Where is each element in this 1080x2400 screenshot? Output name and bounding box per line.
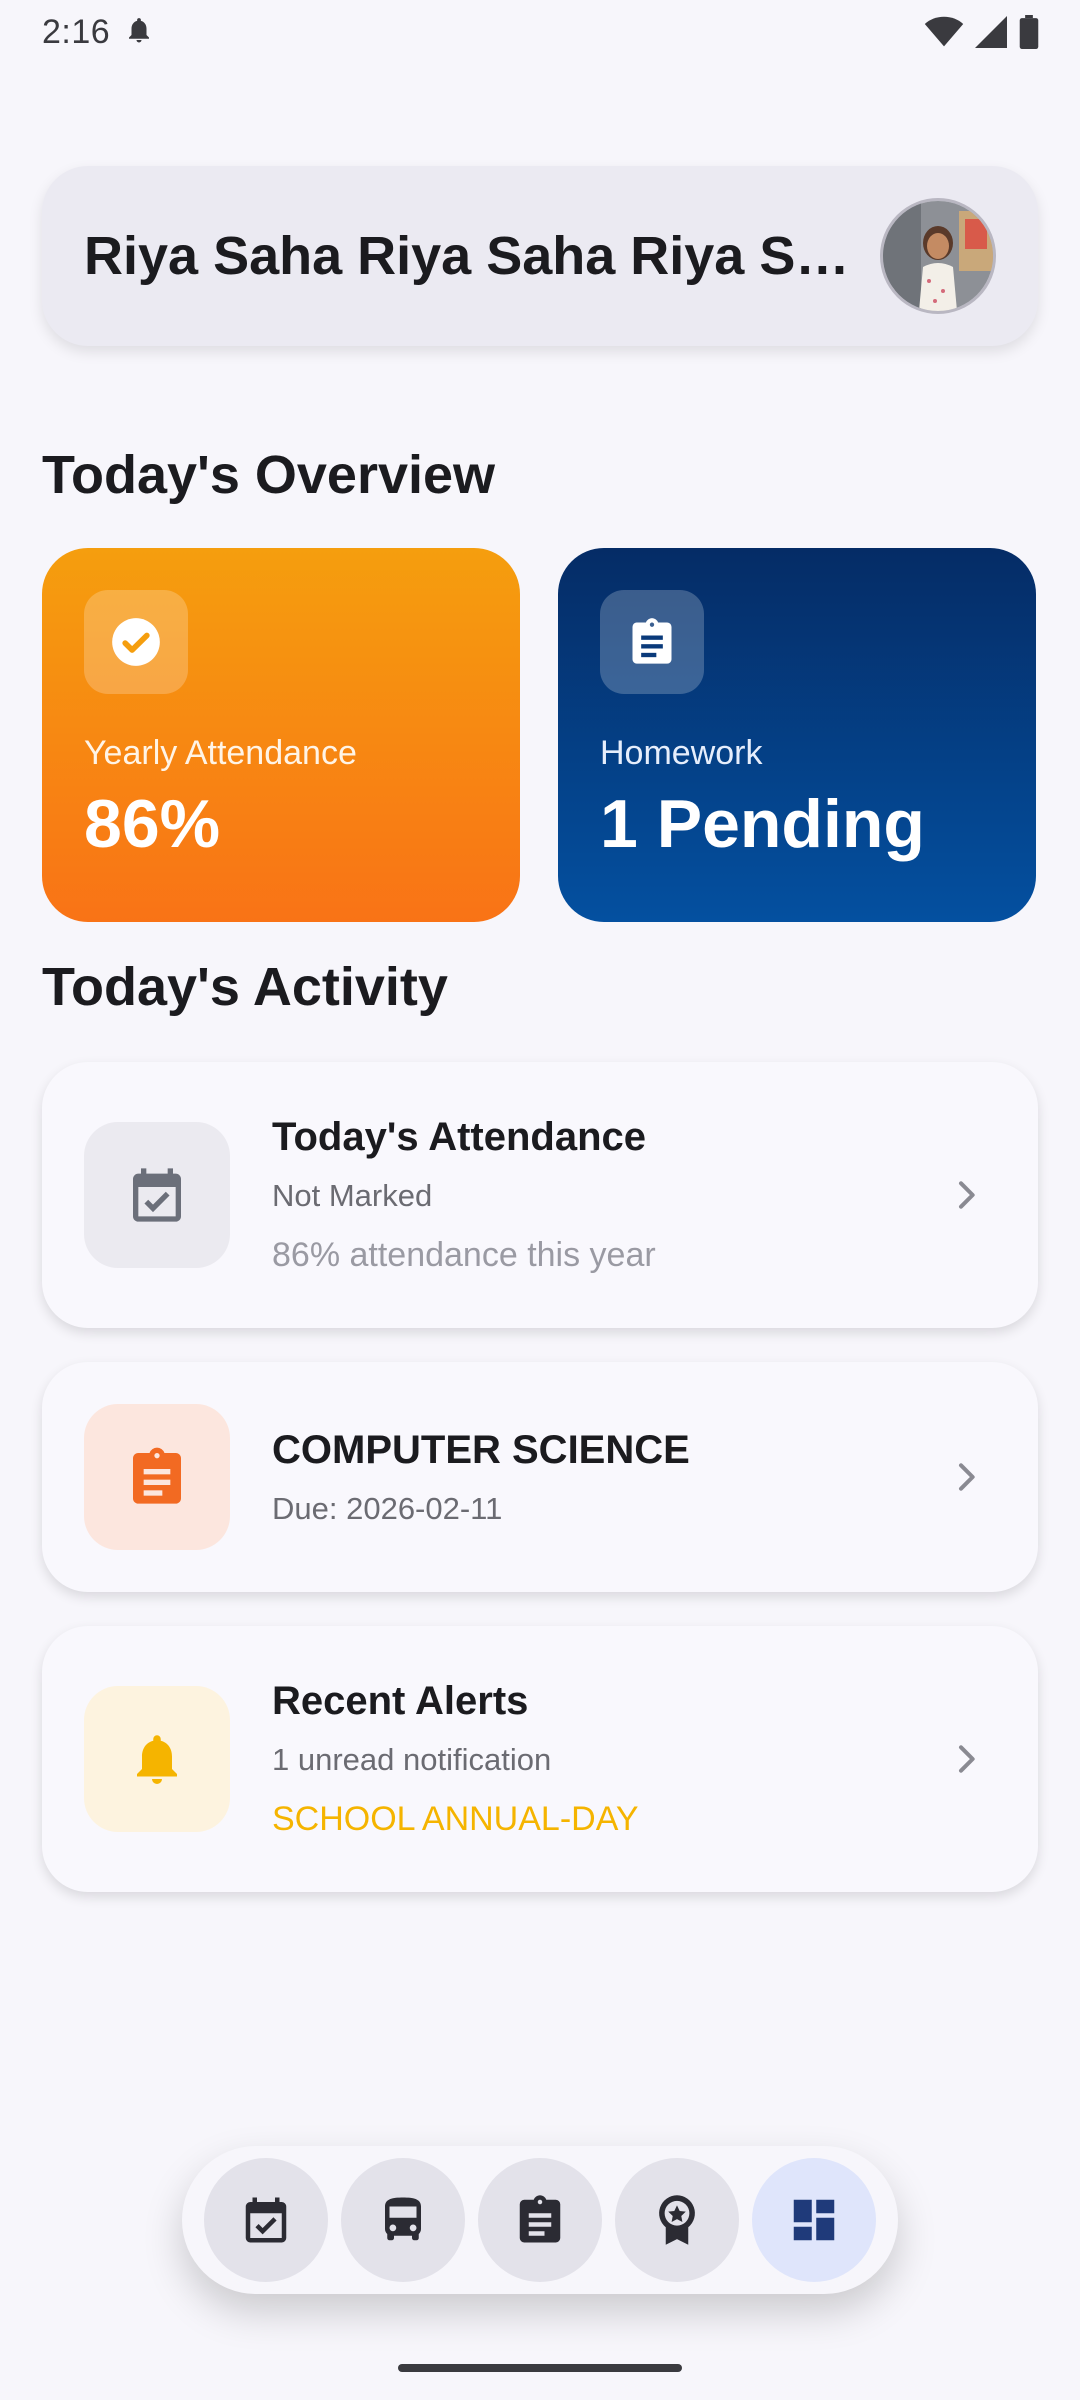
status-time: 2:16 xyxy=(42,12,111,51)
homework-value: 1 Pending xyxy=(600,786,925,862)
attendance-value: 86% xyxy=(84,786,221,862)
nav-attendance-button[interactable] xyxy=(204,2158,328,2282)
wifi-icon xyxy=(924,16,964,48)
profile-header[interactable]: Riya Saha Riya Saha Riya Saha xyxy=(42,166,1038,346)
chevron-right-icon xyxy=(959,1745,975,1773)
yearly-attendance-card[interactable]: Yearly Attendance 86% xyxy=(42,548,520,922)
profile-name: Riya Saha Riya Saha Riya Saha xyxy=(84,226,874,286)
cellular-signal-icon xyxy=(974,16,1008,48)
nav-homework-button[interactable] xyxy=(478,2158,602,2282)
clipboard-icon xyxy=(84,1404,230,1550)
status-icons xyxy=(924,15,1040,49)
alerts-title: Recent Alerts xyxy=(272,1679,529,1723)
overview-title: Today's Overview xyxy=(42,445,496,505)
homework-text: COMPUTER SCIENCE Due: 2026-02-11 xyxy=(272,1428,946,1527)
bottom-navigation xyxy=(182,2146,898,2294)
attendance-text: Today's Attendance Not Marked 86% attend… xyxy=(272,1115,946,1275)
todays-attendance-card[interactable]: Today's Attendance Not Marked 86% attend… xyxy=(42,1062,1038,1328)
calendar-check-icon xyxy=(84,1122,230,1268)
homework-card[interactable]: Homework 1 Pending xyxy=(558,548,1036,922)
homework-activity-card[interactable]: COMPUTER SCIENCE Due: 2026-02-11 xyxy=(42,1362,1038,1592)
battery-icon xyxy=(1018,15,1040,49)
home-indicator[interactable] xyxy=(398,2364,682,2372)
check-circle-icon xyxy=(84,590,188,694)
clipboard-icon xyxy=(600,590,704,694)
attendance-detail: 86% attendance this year xyxy=(272,1236,656,1274)
avatar[interactable] xyxy=(880,198,996,314)
award-icon xyxy=(659,2195,695,2245)
alerts-text: Recent Alerts 1 unread notification SCHO… xyxy=(272,1679,946,1839)
alerts-count: 1 unread notification xyxy=(272,1742,552,1777)
calendar-check-icon xyxy=(245,2197,287,2243)
bell-icon xyxy=(84,1686,230,1832)
chevron-right-icon xyxy=(959,1181,975,1209)
status-bar: 2:16 xyxy=(0,0,1080,64)
attendance-status: Not Marked xyxy=(272,1178,433,1213)
homework-due: Due: 2026-02-11 xyxy=(272,1490,503,1526)
nav-transport-button[interactable] xyxy=(341,2158,465,2282)
notification-bell-icon xyxy=(124,14,154,51)
nav-dashboard-button[interactable] xyxy=(752,2158,876,2282)
clipboard-icon xyxy=(519,2195,561,2243)
activity-title: Today's Activity xyxy=(42,957,448,1017)
dashboard-icon xyxy=(793,2199,835,2241)
chevron-right-icon xyxy=(959,1463,975,1491)
homework-label: Homework xyxy=(600,734,763,772)
homework-subject: COMPUTER SCIENCE xyxy=(272,1427,690,1472)
attendance-label: Yearly Attendance xyxy=(84,734,357,772)
alerts-latest: SCHOOL ANNUAL-DAY xyxy=(272,1800,639,1838)
recent-alerts-card[interactable]: Recent Alerts 1 unread notification SCHO… xyxy=(42,1626,1038,1892)
bus-icon xyxy=(385,2197,421,2241)
attendance-title: Today's Attendance xyxy=(272,1115,647,1159)
status-left: 2:16 xyxy=(42,13,154,52)
nav-achievements-button[interactable] xyxy=(615,2158,739,2282)
